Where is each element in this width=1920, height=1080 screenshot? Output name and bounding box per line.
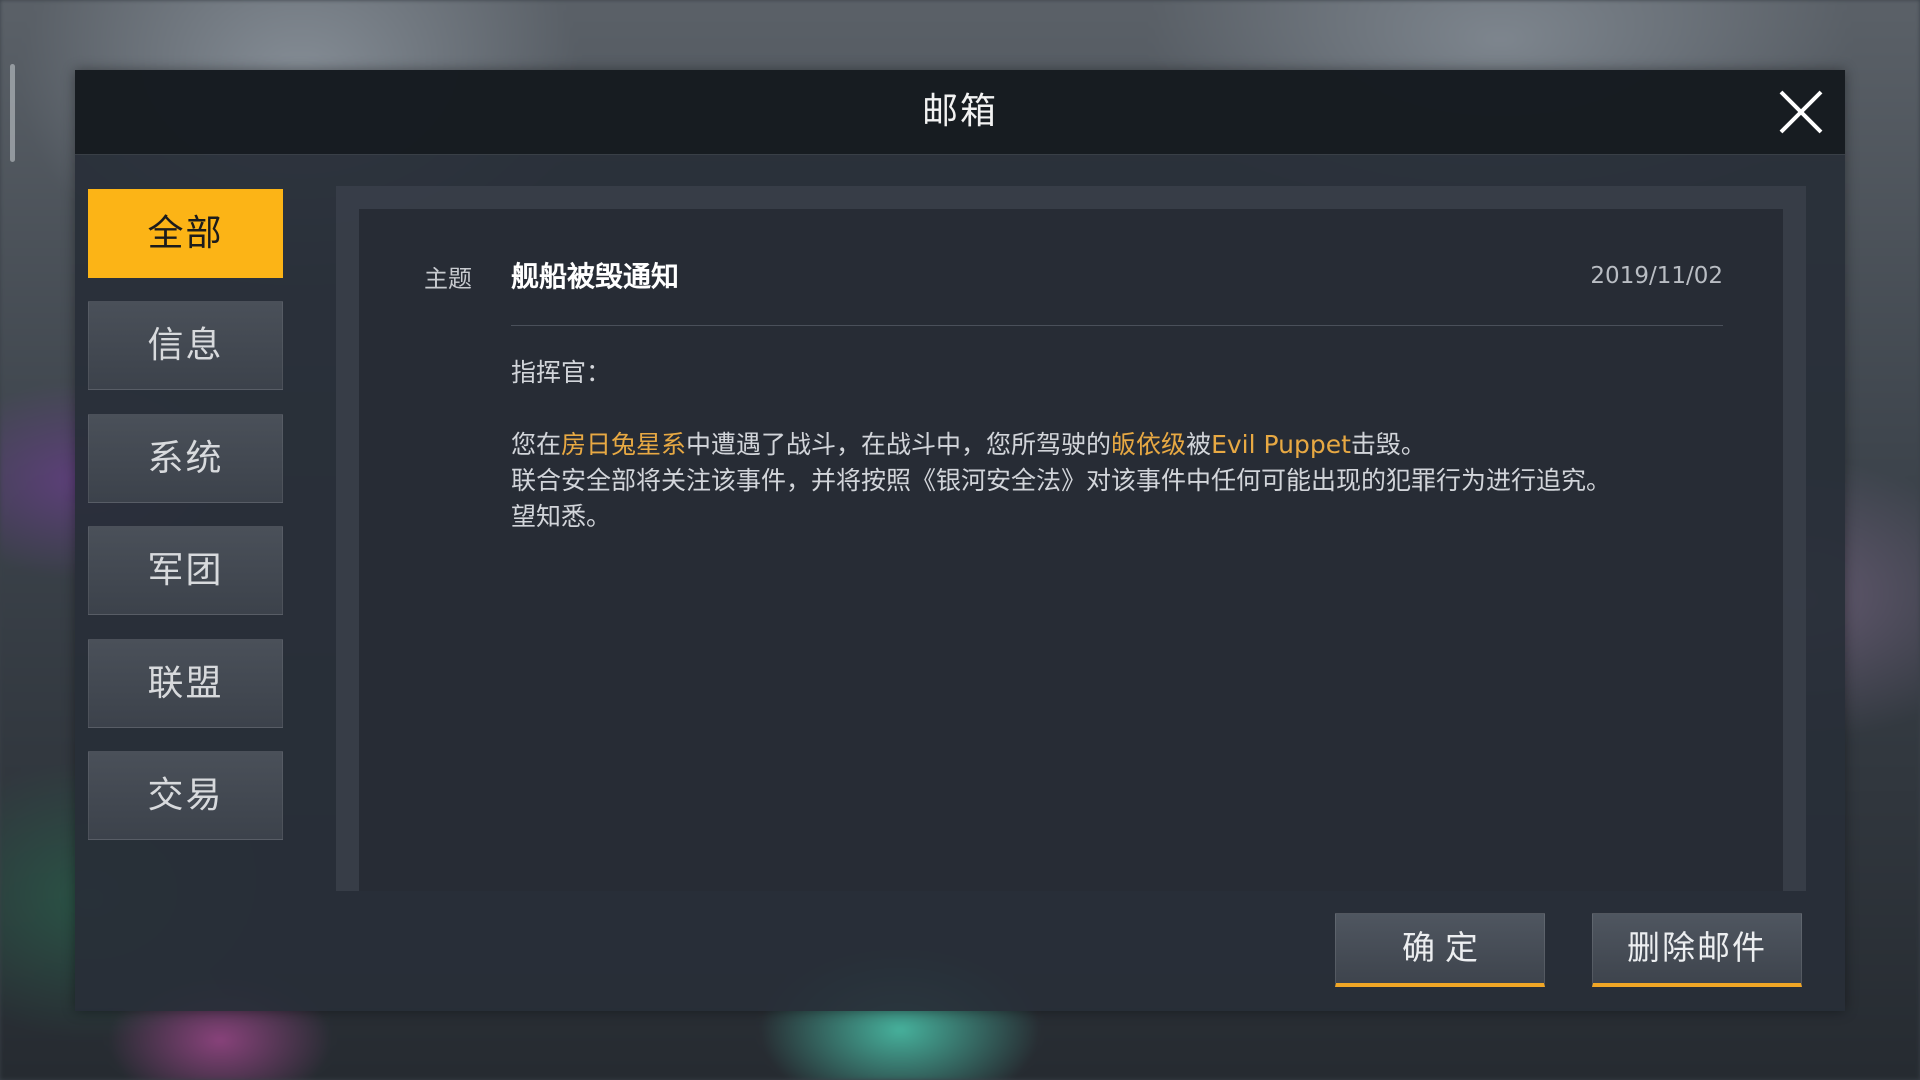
- tab-info[interactable]: 信息: [88, 301, 283, 390]
- confirm-button[interactable]: 确定: [1335, 913, 1545, 987]
- mail-panel: 主题 舰船被毁通知 2019/11/02 指挥官： 您在房日兔星系中遭遇了战斗，…: [336, 186, 1806, 891]
- tab-legion[interactable]: 军团: [88, 526, 283, 615]
- mailbox-dialog: 邮箱 全部 信息 系统 军团 联盟 交易 主题 舰船被毁通知 2019/11/0…: [75, 70, 1845, 1011]
- mail-text: 中遭遇了战斗，在战斗中，您所驾驶的: [686, 430, 1112, 459]
- mail-text: 您在: [511, 430, 562, 459]
- close-icon: [1779, 90, 1823, 134]
- dialog-title: 邮箱: [921, 91, 998, 132]
- mail-content[interactable]: 主题 舰船被毁通知 2019/11/02 指挥官： 您在房日兔星系中遭遇了战斗，…: [359, 209, 1783, 891]
- divider: [511, 325, 1723, 326]
- attacker-highlight: Evil Puppet: [1211, 430, 1351, 459]
- mail-subject: 舰船被毁通知: [511, 260, 680, 293]
- mail-text: 被: [1186, 430, 1212, 459]
- delete-mail-button[interactable]: 删除邮件: [1592, 913, 1802, 987]
- tab-all[interactable]: 全部: [88, 189, 283, 278]
- mail-date: 2019/11/02: [1590, 263, 1723, 289]
- mail-line-1: 您在房日兔星系中遭遇了战斗，在战斗中，您所驾驶的皈依级被Evil Puppet击…: [511, 427, 1723, 463]
- mail-line-3: 望知悉。: [511, 502, 612, 531]
- tab-system[interactable]: 系统: [88, 414, 283, 503]
- mail-text: 击毁。: [1350, 430, 1426, 459]
- location-highlight: 房日兔星系: [561, 430, 687, 459]
- background-scroll-indicator: [10, 64, 15, 162]
- mail-line-2: 联合安全部将关注该事件，并将按照《银河安全法》对该事件中任何可能出现的犯罪行为进…: [511, 466, 1612, 495]
- tab-trade[interactable]: 交易: [88, 751, 283, 840]
- subject-label: 主题: [424, 265, 472, 293]
- close-button[interactable]: [1775, 86, 1827, 138]
- mail-greeting: 指挥官：: [511, 358, 612, 387]
- ship-highlight: 皈依级: [1111, 430, 1187, 459]
- mail-body: 指挥官： 您在房日兔星系中遭遇了战斗，在战斗中，您所驾驶的皈依级被Evil Pu…: [511, 355, 1723, 535]
- tab-alliance[interactable]: 联盟: [88, 639, 283, 728]
